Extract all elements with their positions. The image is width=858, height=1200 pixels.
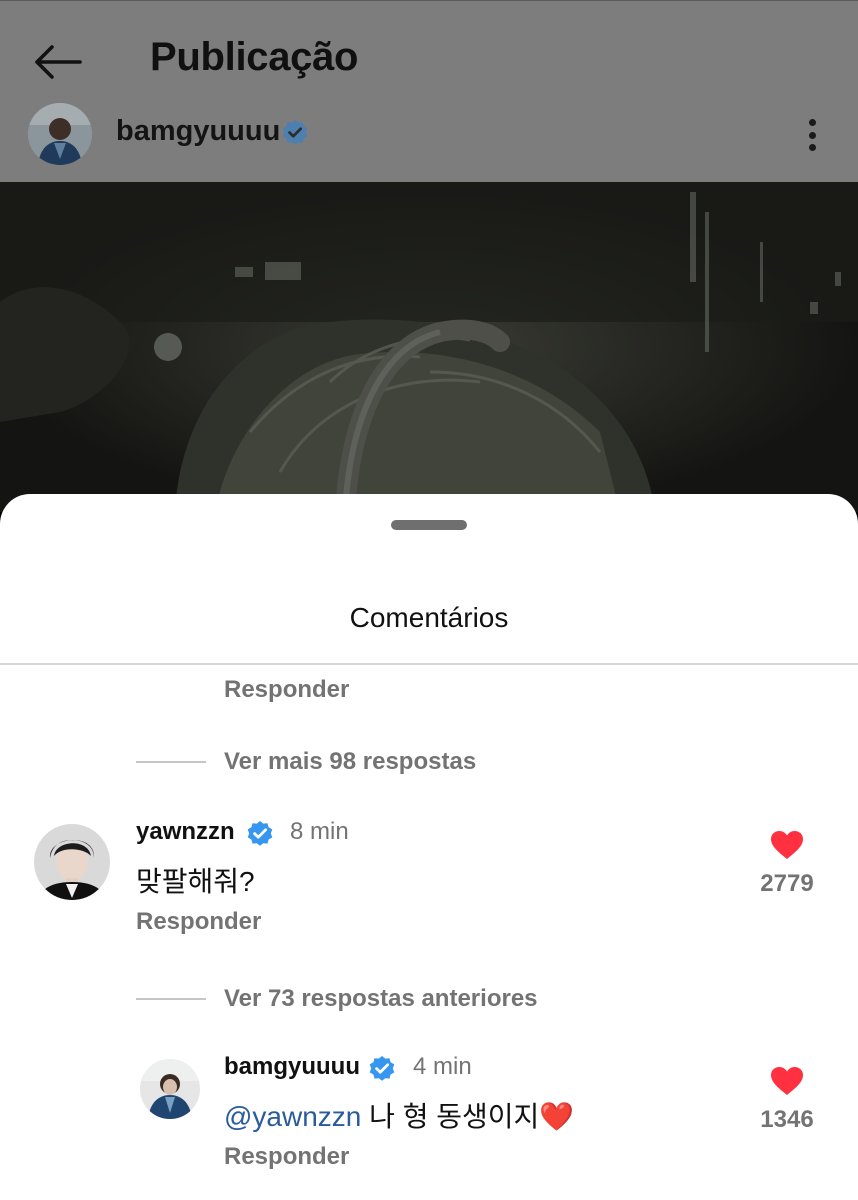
more-vertical-icon bbox=[808, 119, 816, 126]
comment-timestamp: 8 min bbox=[290, 818, 349, 845]
verified-badge-icon bbox=[369, 1056, 395, 1081]
comments-sheet: Comentários Responder Ver mais 98 respos… bbox=[0, 494, 858, 1200]
view-previous-replies-label: Ver 73 respostas anteriores bbox=[224, 985, 538, 1012]
sheet-drag-handle[interactable] bbox=[391, 520, 467, 530]
page-title: Publicação bbox=[150, 35, 359, 79]
divider bbox=[136, 761, 206, 763]
post-photo[interactable] bbox=[0, 182, 858, 512]
comment-text: @yawnzzn 나 형 동생이지❤️ bbox=[224, 1095, 574, 1135]
view-more-replies-label: Ver mais 98 respostas bbox=[224, 748, 477, 775]
comment-username[interactable]: bamgyuuuu bbox=[224, 1053, 360, 1081]
post-author-username[interactable]: bamgyuuuu bbox=[116, 115, 280, 148]
comment-text: 맞팔해줘? bbox=[136, 866, 255, 897]
comment-username[interactable]: yawnzzn bbox=[136, 818, 235, 846]
commenter-avatar[interactable] bbox=[34, 824, 110, 900]
back-button[interactable] bbox=[28, 39, 88, 85]
commenter-avatar[interactable] bbox=[140, 1059, 200, 1119]
mention-link[interactable]: @yawnzzn bbox=[224, 1101, 361, 1132]
divider bbox=[136, 998, 206, 1000]
post-header: bamgyuuuu bbox=[0, 101, 858, 173]
top-app-bar: Publicação bamgyuuuu bbox=[0, 0, 858, 182]
view-more-replies-button[interactable]: Ver mais 98 respostas bbox=[136, 747, 476, 777]
heart-icon[interactable] bbox=[770, 830, 804, 860]
like-count: 2779 bbox=[760, 870, 814, 897]
arrow-left-icon bbox=[35, 45, 82, 79]
sheet-title: Comentários bbox=[349, 602, 509, 633]
verified-badge-icon bbox=[247, 821, 273, 846]
reply-button[interactable]: Responder bbox=[224, 1143, 349, 1171]
view-previous-replies-button[interactable]: Ver 73 respostas anteriores bbox=[136, 984, 538, 1014]
comment-timestamp: 4 min bbox=[413, 1053, 472, 1080]
heart-icon[interactable] bbox=[770, 1066, 804, 1096]
like-count: 1346 bbox=[760, 1106, 814, 1133]
post-author-avatar[interactable] bbox=[28, 103, 92, 165]
reply-button[interactable]: Responder bbox=[136, 908, 261, 936]
reply-button[interactable]: Responder bbox=[224, 676, 349, 704]
divider bbox=[0, 663, 858, 665]
more-options-button[interactable] bbox=[796, 115, 828, 155]
verified-badge-icon bbox=[282, 120, 308, 145]
comment-body: 나 형 동생이지 bbox=[361, 1101, 540, 1132]
red-heart-emoji: ❤️ bbox=[539, 1101, 575, 1132]
